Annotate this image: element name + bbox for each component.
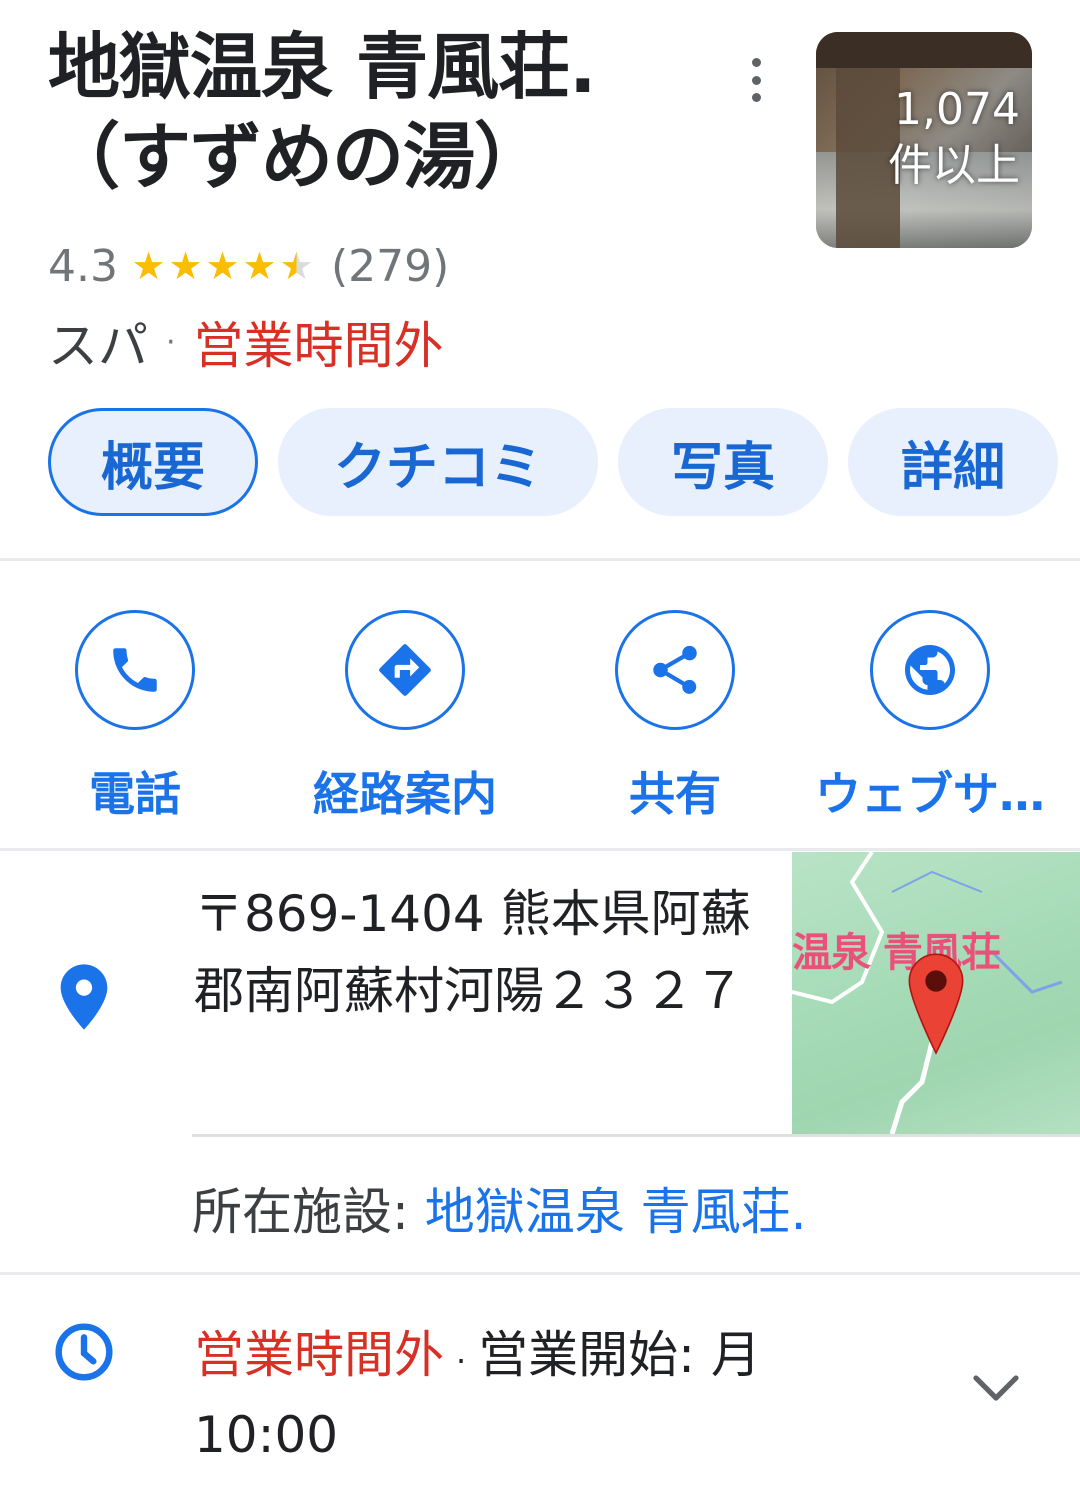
facility-row: 所在施設: 地獄温泉 青風荘.	[192, 1172, 807, 1244]
divider	[0, 848, 1080, 851]
tab-photos[interactable]: 写真	[618, 408, 828, 516]
tab-reviews[interactable]: クチコミ	[278, 408, 598, 516]
place-title-line1: 地獄温泉 青風荘.	[48, 25, 596, 109]
more-options-icon[interactable]	[736, 58, 776, 102]
globe-icon	[905, 645, 955, 695]
divider	[0, 1272, 1080, 1275]
separator-dot: ·	[166, 324, 176, 360]
tab-overview[interactable]: 概要	[48, 408, 258, 516]
photo-count: 1,074 件以上	[888, 84, 1020, 191]
place-title: 地獄温泉 青風荘. （すずめの湯）	[48, 22, 788, 202]
separator-line	[192, 1134, 1080, 1137]
share-icon	[653, 645, 697, 694]
star-icon: ★	[168, 244, 203, 288]
call-label: 電話	[89, 767, 181, 821]
phone-icon	[113, 648, 157, 692]
directions-button[interactable]: 経路案内	[295, 610, 515, 824]
review-count: (279)	[330, 240, 450, 292]
map-thumbnail[interactable]: 温泉 青風荘	[792, 852, 1080, 1134]
share-button[interactable]: 共有	[565, 610, 785, 824]
map-marker-icon	[908, 953, 964, 1055]
half-star-icon: ★	[279, 244, 314, 288]
website-label: ウェブサ…	[815, 767, 1045, 821]
tab-details[interactable]: 詳細	[848, 408, 1058, 516]
separator-dot: ·	[456, 1342, 467, 1380]
star-icon: ★	[205, 244, 240, 288]
facility-prefix: 所在施設:	[192, 1183, 425, 1241]
divider	[0, 558, 1080, 561]
chevron-down-icon[interactable]	[970, 1368, 1022, 1408]
category-label: スパ	[48, 317, 148, 375]
category-row: スパ · 営業時間外	[48, 312, 444, 375]
website-button[interactable]: ウェブサ…	[815, 610, 1045, 824]
call-button[interactable]: 電話	[25, 610, 245, 824]
tab-bar: 概要 クチコミ 写真 詳細	[48, 408, 1058, 516]
address-text[interactable]: 〒869-1404 熊本県阿蘇郡南阿蘇村河陽２３２７	[194, 876, 764, 1030]
star-icon: ★	[131, 244, 166, 288]
map-place-label: 温泉 青風荘	[792, 930, 1001, 976]
rating-row[interactable]: 4.3 ★ ★ ★ ★ ★ (279)	[48, 236, 449, 296]
open-status: 営業時間外	[193, 317, 444, 375]
place-title-line2: （すずめの湯）	[48, 115, 546, 199]
facility-link[interactable]: 地獄温泉 青風荘.	[425, 1183, 807, 1241]
star-icon: ★	[242, 244, 277, 288]
directions-label: 経路案内	[313, 767, 497, 821]
hours-status: 営業時間外	[194, 1326, 444, 1384]
star-rating: ★ ★ ★ ★ ★	[130, 247, 315, 285]
photo-thumbnail[interactable]: 1,074 件以上	[816, 32, 1032, 248]
rating-value: 4.3	[48, 240, 118, 292]
hours-row[interactable]: 営業時間外 · 営業開始: 月 10:00	[194, 1318, 894, 1472]
location-pin-icon	[60, 964, 108, 1030]
clock-icon	[55, 1323, 113, 1381]
directions-icon	[379, 644, 431, 696]
share-label: 共有	[629, 767, 721, 821]
